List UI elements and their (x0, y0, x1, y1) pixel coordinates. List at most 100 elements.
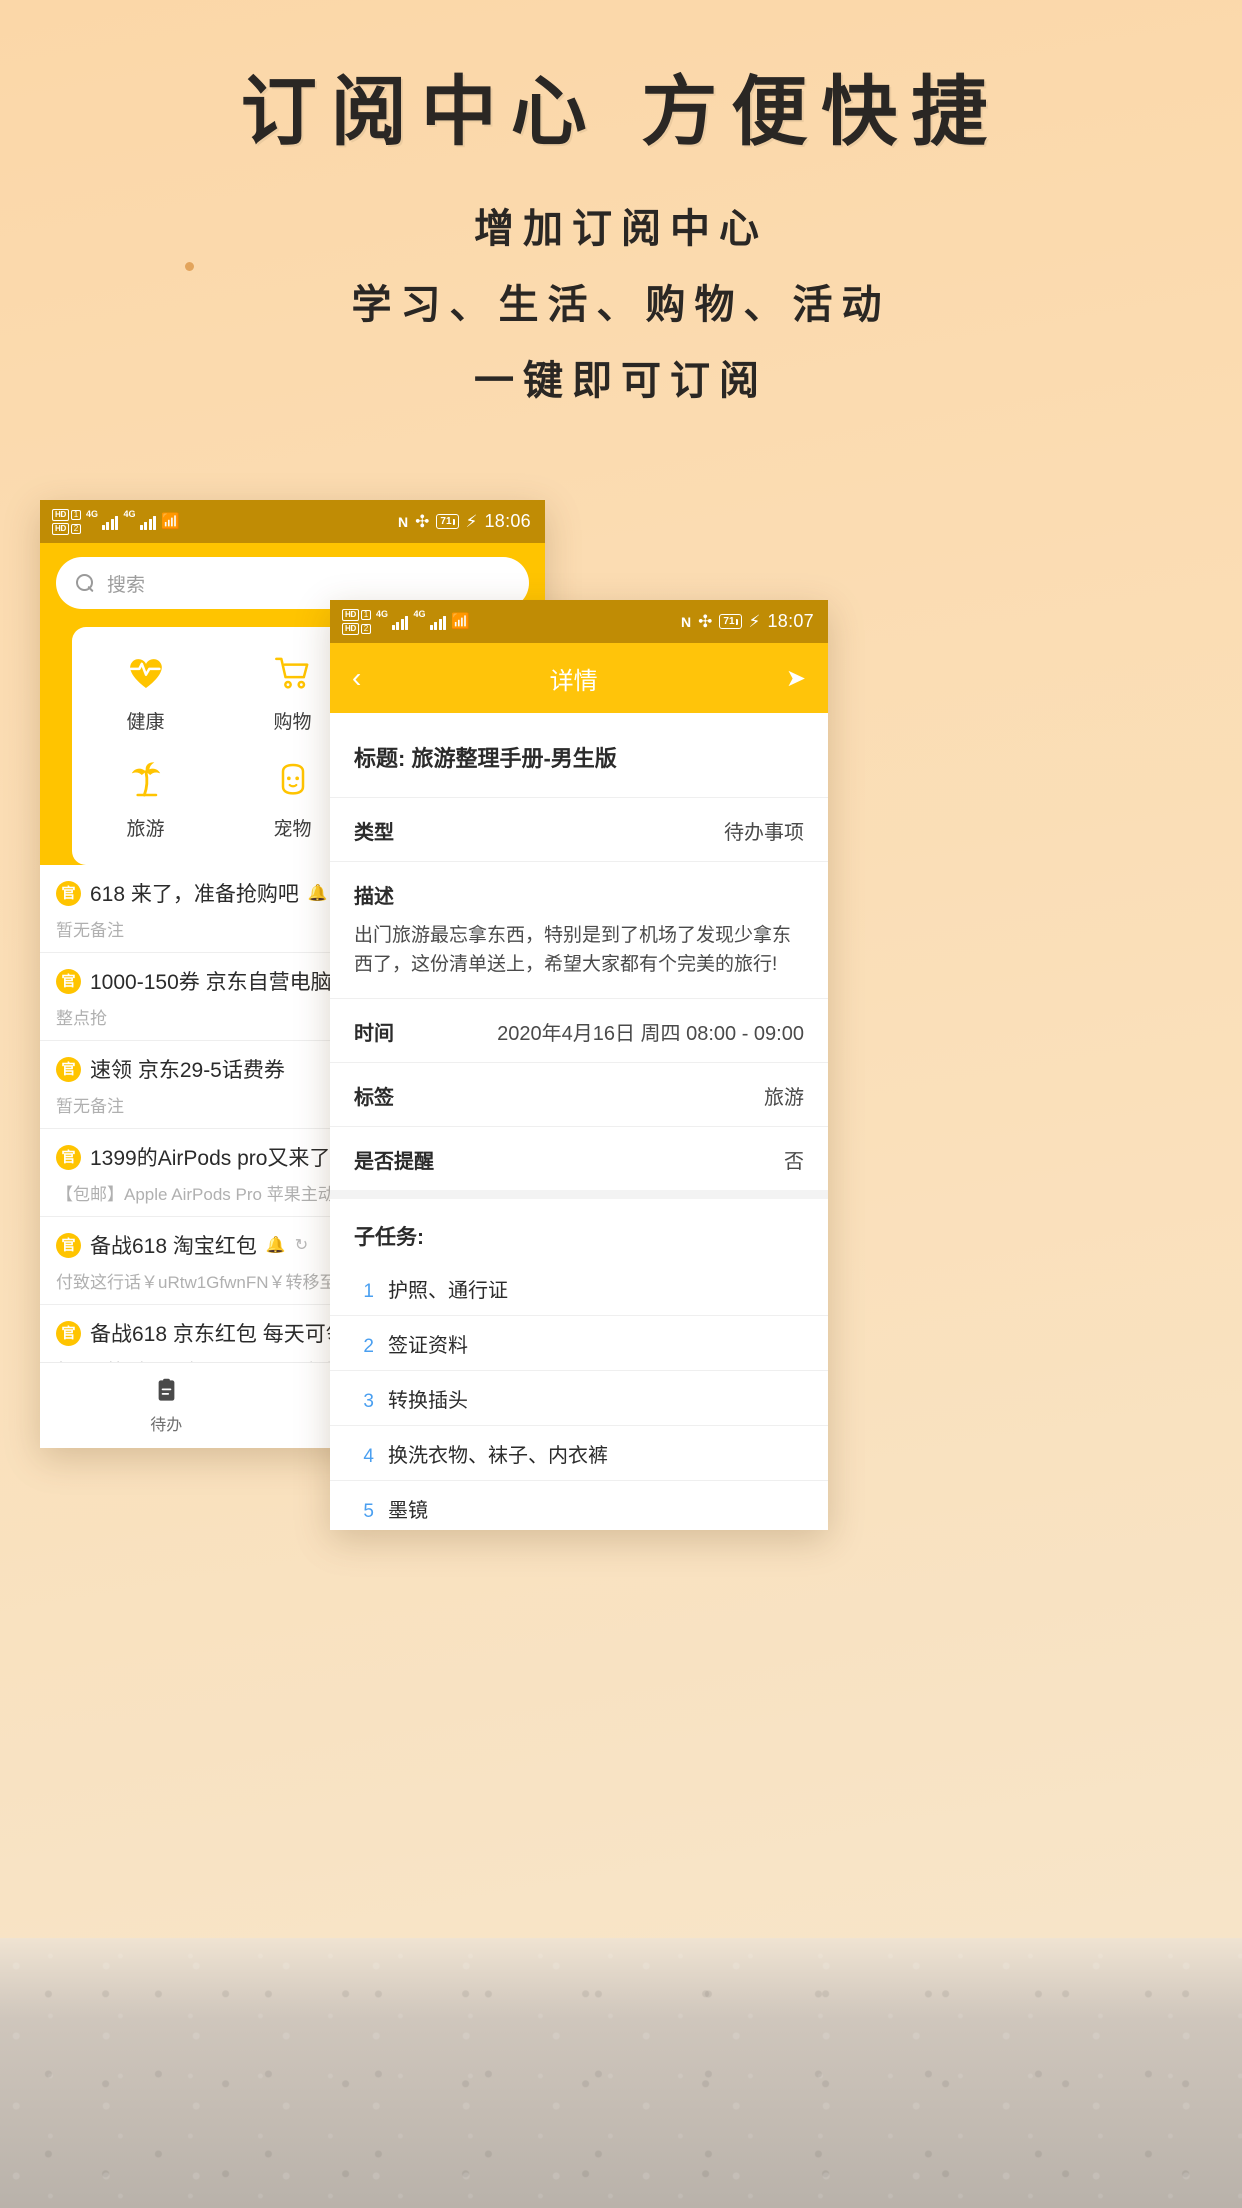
detail-key: 类型 (354, 816, 394, 845)
official-badge: 官 (56, 1233, 81, 1258)
detail-body: 标题: 旅游整理手册-男生版 类型 待办事项 描述 出门旅游最忘拿东西，特别是到… (330, 713, 828, 1530)
signal-bars-icon-1 (102, 514, 119, 530)
charging-icon: ⚡ (466, 512, 478, 532)
bell-icon: 🔔 (308, 883, 328, 903)
detail-row-type: 类型 待办事项 (330, 797, 828, 861)
detail-key: 是否提醒 (354, 1145, 434, 1174)
subtask-number: 1 (354, 1281, 374, 1303)
subtask-text: 签证资料 (388, 1329, 468, 1358)
palm-tree-icon (126, 760, 166, 800)
search-icon (76, 574, 95, 593)
subtask-item[interactable]: 5 墨镜 (330, 1481, 828, 1530)
signal-bars-icon-2 (140, 514, 157, 530)
tab-label: 待办 (150, 1411, 182, 1435)
wifi-icon: 📶 (161, 514, 180, 529)
detail-value: 旅游 (764, 1081, 804, 1110)
category-label: 旅游 (126, 814, 164, 841)
promo-subtitle-line-1: 增加订阅中心 (0, 198, 1242, 260)
official-badge: 官 (56, 969, 81, 994)
status-clock: 18:07 (767, 611, 814, 632)
page-title: 详情 (361, 661, 786, 696)
hd-sim-stack: HD 1 HD 2 (52, 509, 81, 535)
category-health[interactable]: 健康 (72, 653, 219, 734)
detail-row-reminder: 是否提醒 否 (330, 1126, 828, 1190)
promo-subtitle-line-3: 一键即可订阅 (0, 350, 1242, 412)
detail-key: 描述 (354, 880, 804, 909)
phone-right-screenshot: HD 1 HD 2 4G 4G 📶 N ✣ 71 ⚡ 18:07 ‹ 详情 ➤ (330, 600, 828, 1530)
detail-heading: 标题: 旅游整理手册-男生版 (330, 713, 828, 797)
promo-subtitle-block: 增加订阅中心 学习、生活、购物、活动 一键即可订阅 (0, 198, 1242, 412)
network-type-1: 4G (86, 509, 98, 519)
sim-number-1: 1 (361, 610, 371, 620)
pet-face-icon (273, 760, 313, 800)
hd-badge-2: HD (342, 623, 359, 635)
official-badge: 官 (56, 1145, 81, 1170)
subtask-number: 4 (354, 1446, 374, 1468)
right-status-bar: HD 1 HD 2 4G 4G 📶 N ✣ 71 ⚡ 18:07 (330, 600, 828, 643)
share-icon[interactable]: ➤ (786, 664, 806, 693)
hd-sim-stack: HD 1 HD 2 (342, 609, 371, 635)
subtask-text: 转换插头 (388, 1384, 468, 1413)
category-travel[interactable]: 旅游 (72, 760, 219, 841)
charging-icon: ⚡ (749, 612, 761, 632)
nfc-icon: N (398, 514, 408, 530)
tab-todo[interactable]: 待办 (40, 1363, 293, 1448)
floor-background (0, 1938, 1242, 2208)
subtask-number: 3 (354, 1391, 374, 1413)
subtask-item[interactable]: 4 换洗衣物、袜子、内衣裤 (330, 1426, 828, 1481)
official-badge: 官 (56, 1321, 81, 1346)
left-status-bar: HD 1 HD 2 4G 4G 📶 N ✣ 71 ⚡ 18:06 (40, 500, 545, 543)
subtask-text: 墨镜 (388, 1494, 428, 1523)
subtask-item[interactable]: 2 签证资料 (330, 1316, 828, 1371)
detail-description: 描述 出门旅游最忘拿东西，特别是到了机场了发现少拿东西了，这份清单送上，希望大家… (330, 861, 828, 998)
wifi-icon: 📶 (451, 614, 470, 629)
category-label: 宠物 (273, 814, 311, 841)
status-clock: 18:06 (484, 511, 531, 532)
subtask-text: 换洗衣物、袜子、内衣裤 (388, 1439, 608, 1468)
subtasks-list: 1护照、通行证2签证资料3转换插头4换洗衣物、袜子、内衣裤5墨镜6手表、饰品7药… (330, 1261, 828, 1530)
bluetooth-icon: ✣ (415, 512, 429, 532)
battery-level: 71 (723, 616, 734, 627)
promo-header: 订阅中心 方便快捷 增加订阅中心 学习、生活、购物、活动 一键即可订阅 (0, 0, 1242, 412)
battery-level: 71 (440, 516, 451, 527)
subtask-number: 5 (354, 1501, 374, 1523)
detail-value: 否 (784, 1145, 804, 1174)
status-right-icons: N ✣ 71 ⚡ 18:07 (681, 611, 814, 632)
hd-badge-1: HD (52, 509, 69, 521)
detail-row-tag: 标签 旅游 (330, 1062, 828, 1126)
category-label: 健康 (126, 707, 164, 734)
detail-key: 标签 (354, 1081, 394, 1110)
bluetooth-icon: ✣ (698, 612, 712, 632)
detail-value: 待办事项 (724, 816, 804, 845)
subtask-text: 护照、通行证 (388, 1274, 508, 1303)
subtask-number: 2 (354, 1336, 374, 1358)
decorative-dot (185, 262, 194, 271)
detail-row-time: 时间 2020年4月16日 周四 08:00 - 09:00 (330, 998, 828, 1062)
nfc-icon: N (681, 614, 691, 630)
official-badge: 官 (56, 881, 81, 906)
signal-bars-icon-2 (430, 614, 447, 630)
subtasks-header: 子任务: (330, 1190, 828, 1261)
sim-number-1: 1 (71, 510, 81, 520)
chevron-left-icon[interactable]: ‹ (352, 664, 361, 692)
network-type-1: 4G (376, 609, 388, 619)
sim-number-2: 2 (71, 524, 81, 534)
detail-nav-bar: ‹ 详情 ➤ (330, 643, 828, 713)
list-item-title: 备战618 淘宝红包 (90, 1230, 257, 1260)
category-label: 购物 (273, 707, 311, 734)
promo-title: 订阅中心 方便快捷 (0, 70, 1242, 154)
subtask-item[interactable]: 3 转换插头 (330, 1371, 828, 1426)
battery-icon: 71 (719, 614, 741, 629)
detail-value: 出门旅游最忘拿东西，特别是到了机场了发现少拿东西了，这份清单送上，希望大家都有个… (354, 921, 804, 980)
status-left-icons: HD 1 HD 2 4G 4G 📶 (52, 509, 180, 535)
network-type-2: 4G (413, 609, 425, 619)
detail-value: 2020年4月16日 周四 08:00 - 09:00 (497, 1017, 804, 1046)
sim-number-2: 2 (361, 624, 371, 634)
hd-badge-1: HD (342, 609, 359, 621)
network-type-2: 4G (123, 509, 135, 519)
signal-bars-icon-1 (392, 614, 409, 630)
subtask-item[interactable]: 1 护照、通行证 (330, 1261, 828, 1316)
bell-icon: 🔔 (266, 1235, 286, 1255)
promo-subtitle-line-2: 学习、生活、购物、活动 (0, 274, 1242, 336)
shopping-cart-icon (273, 653, 313, 693)
